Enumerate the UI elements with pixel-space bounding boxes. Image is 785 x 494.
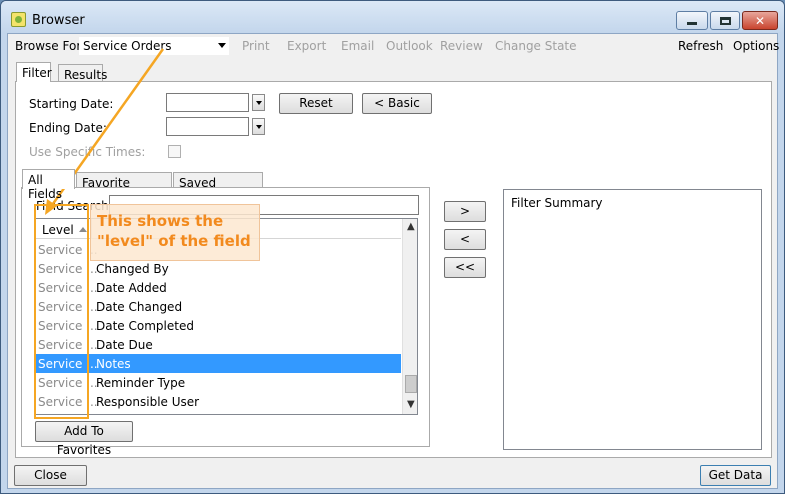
annotation-arrow: [45, 48, 165, 215]
tab-filter[interactable]: Filter: [16, 62, 52, 82]
tab-all-fields[interactable]: All Fields: [22, 169, 75, 201]
browser-window: Browser ✕ Browse For: Service Orders Pri…: [0, 0, 785, 494]
